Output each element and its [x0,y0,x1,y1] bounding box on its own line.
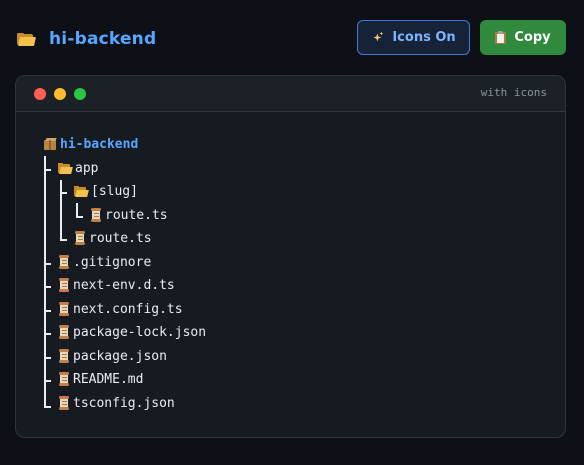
tree-item-folder[interactable]: app [58,158,98,178]
title-area: hi-backend [17,27,156,51]
tree-item-label: app [75,160,99,176]
tree-connector [44,333,51,335]
sparkles-icon [371,31,384,44]
tree-connector [44,380,51,382]
page-title: hi-backend [49,29,157,49]
tree-connector [44,286,51,288]
tree-connector [76,216,83,218]
header: hi-backend Icons On Copy [0,0,584,76]
tree-item-file[interactable]: package-lock.json [58,322,206,342]
file-scroll-icon [74,231,86,245]
icons-toggle-button[interactable]: Icons On [357,20,470,55]
tree-item-label: route.ts [89,230,152,246]
tree-item-label: [slug] [91,183,138,199]
file-scroll-icon [58,349,70,363]
tree-root-label: hi-backend [60,136,139,152]
tree-panel: with icons hi-backend app [slug] route.t… [15,75,566,438]
file-scroll-icon [90,208,102,222]
tree-item-label: package.json [73,348,167,364]
tree-item-label: next-env.d.ts [73,277,175,293]
tree-connector [44,357,51,359]
tree-item-label: README.md [73,371,144,387]
file-scroll-icon [58,302,70,316]
tree-connector [60,192,67,194]
copy-button[interactable]: Copy [480,20,566,55]
tree-item-label: next.config.ts [73,301,183,317]
clipboard-icon [495,31,507,44]
tree-item-file[interactable]: package.json [58,346,167,366]
tree-item-file[interactable]: .gitignore [58,252,151,272]
folder-icon [74,185,89,197]
tree-item-label: .gitignore [73,254,152,270]
copy-label: Copy [514,30,551,45]
tree-item-folder[interactable]: [slug] [74,181,138,201]
tree-item-file[interactable]: route.ts [74,228,152,248]
file-tree: hi-backend app [slug] route.ts route.ts … [16,76,565,437]
folder-icon [58,162,73,174]
tree-connector [44,263,51,265]
file-scroll-icon [58,372,70,386]
tree-guide [60,180,62,240]
file-scroll-icon [58,278,70,292]
tree-item-label: package-lock.json [73,324,207,340]
tree-guide [44,156,46,408]
tree-item-label: tsconfig.json [73,395,175,411]
file-scroll-icon [58,396,70,410]
open-folder-icon [17,32,36,46]
file-scroll-icon [58,255,70,269]
file-scroll-icon [58,325,70,339]
tree-connector [60,239,67,241]
icons-toggle-label: Icons On [392,30,456,45]
tree-root[interactable]: hi-backend [43,134,138,154]
tree-item-file[interactable]: next-env.d.ts [58,275,175,295]
tree-item-label: route.ts [105,207,168,223]
tree-connector [44,406,51,408]
tree-item-file[interactable]: tsconfig.json [58,393,175,413]
tree-guide [76,203,78,217]
tree-item-file[interactable]: next.config.ts [58,299,183,319]
package-icon [43,137,57,151]
tree-item-file[interactable]: route.ts [90,205,168,225]
tree-connector [44,310,51,312]
tree-connector [44,169,51,171]
tree-item-file[interactable]: README.md [58,369,143,389]
